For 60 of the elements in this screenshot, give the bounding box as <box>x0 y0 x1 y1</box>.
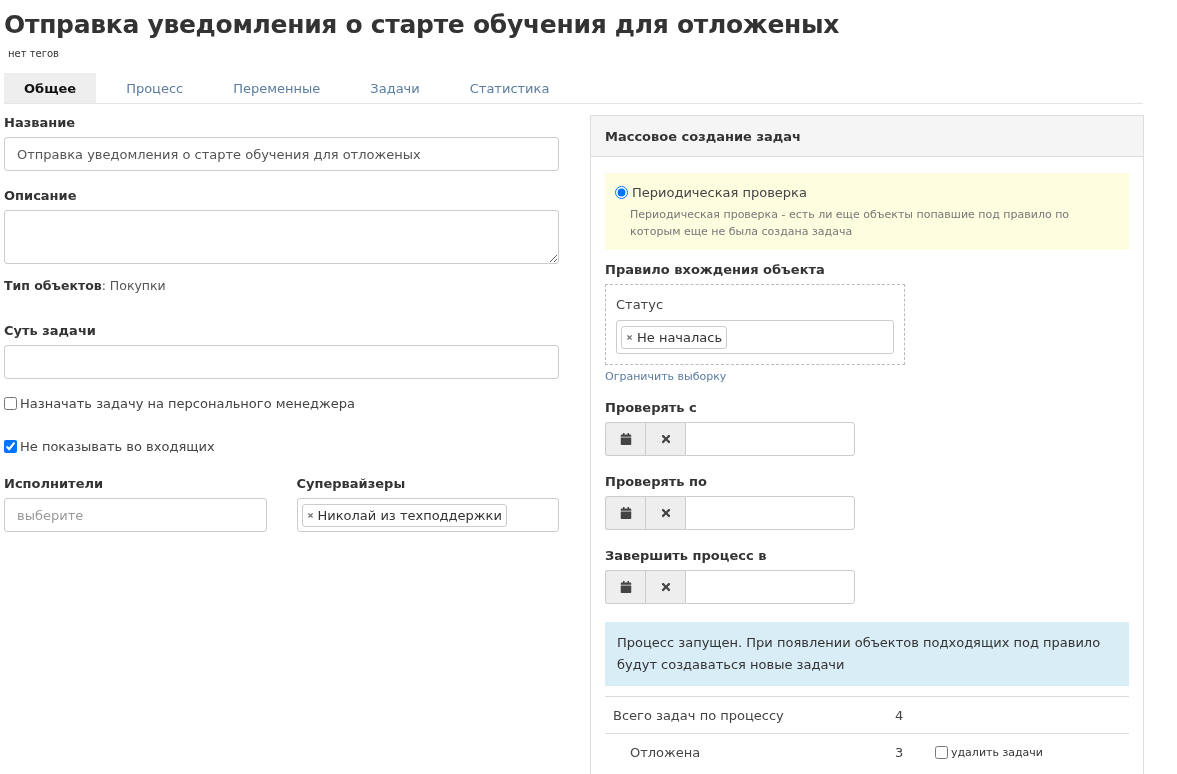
date-input[interactable] <box>685 496 855 530</box>
task-input[interactable] <box>4 345 559 379</box>
tag-text: Не началась <box>637 329 723 345</box>
calendar-button[interactable] <box>605 570 645 604</box>
tab[interactable]: Переменные <box>213 73 341 103</box>
calendar-icon <box>619 581 632 593</box>
calendar-icon <box>619 433 632 445</box>
mode-description: Периодическая проверка - есть ли еще объекты попавшие под правило по которым еще не была создана задача <box>630 207 1071 240</box>
checkbox-label: Не показывать во входящих <box>20 439 215 454</box>
page-title: Отправка уведомления о старте обучения для отложеных <box>4 9 841 41</box>
executors-select[interactable]: выберите <box>4 498 267 532</box>
close-icon <box>659 433 672 445</box>
status-select[interactable]: Не началась <box>616 320 894 354</box>
object-type-text: Тип объектов: Покупки <box>4 278 167 293</box>
checkbox-label: удалить задачи <box>951 745 1043 759</box>
tab[interactable]: Процесс <box>106 73 204 103</box>
remove-icon[interactable] <box>626 333 633 341</box>
calendar-button[interactable] <box>605 496 645 530</box>
calendar-icon <box>619 507 632 519</box>
field-label: Исполнители <box>4 476 105 491</box>
field-label: Статус <box>616 297 665 312</box>
field-label: Название <box>4 115 77 130</box>
tab[interactable]: Статистика <box>449 73 570 103</box>
clear-button[interactable] <box>645 496 685 530</box>
tab[interactable]: Общее <box>4 73 97 103</box>
field-label: Супервайзеры <box>296 476 407 491</box>
tags-text: нет тегов <box>8 48 59 59</box>
close-icon <box>659 581 672 593</box>
stat-label: Всего задач по процессу <box>612 707 785 723</box>
tag-chip[interactable]: Не началась <box>621 325 728 349</box>
radio-button[interactable] <box>615 186 628 199</box>
clear-button[interactable] <box>645 422 685 456</box>
checkbox-label: Назначать задачу на персонального менеджера <box>20 396 355 411</box>
field-label: Завершить процесс в <box>605 548 768 563</box>
tag-chip[interactable]: Николай из техподдержки <box>301 503 507 527</box>
field-label: Суть задачи <box>4 323 97 338</box>
field-label: Описание <box>4 188 78 203</box>
checkbox[interactable] <box>4 397 17 410</box>
info-alert: Процесс запущен. При появлении объектов подходящих под правило будут создаваться новые задачи <box>605 622 1129 686</box>
checkbox[interactable] <box>935 745 948 759</box>
panel-header: Массовое создание задач <box>591 116 1143 157</box>
stat-value: 4 <box>895 707 905 723</box>
clear-button[interactable] <box>645 570 685 604</box>
stat-value: 3 <box>895 744 905 760</box>
name-input[interactable]: Отправка уведомления о старте обучения для отложеных <box>4 137 559 171</box>
date-input[interactable] <box>685 422 855 456</box>
radio-label: Периодическая проверка <box>632 185 807 200</box>
supervisors-select[interactable]: Николай из техподдержки <box>296 498 559 532</box>
restrict-link[interactable]: Ограничить выборку <box>605 370 727 383</box>
field-label: Правило вхождения объекта <box>605 262 826 277</box>
remove-icon[interactable] <box>306 511 314 519</box>
field-label: Проверять по <box>605 474 708 489</box>
tab[interactable]: Задачи <box>350 73 440 103</box>
field-label: Проверять с <box>605 400 698 415</box>
stat-label: Отложена <box>629 744 702 760</box>
tag-text: Николай из техподдержки <box>317 507 502 523</box>
checkbox[interactable] <box>4 440 17 453</box>
calendar-button[interactable] <box>605 422 645 456</box>
date-input[interactable] <box>685 570 855 604</box>
close-icon <box>659 507 672 519</box>
